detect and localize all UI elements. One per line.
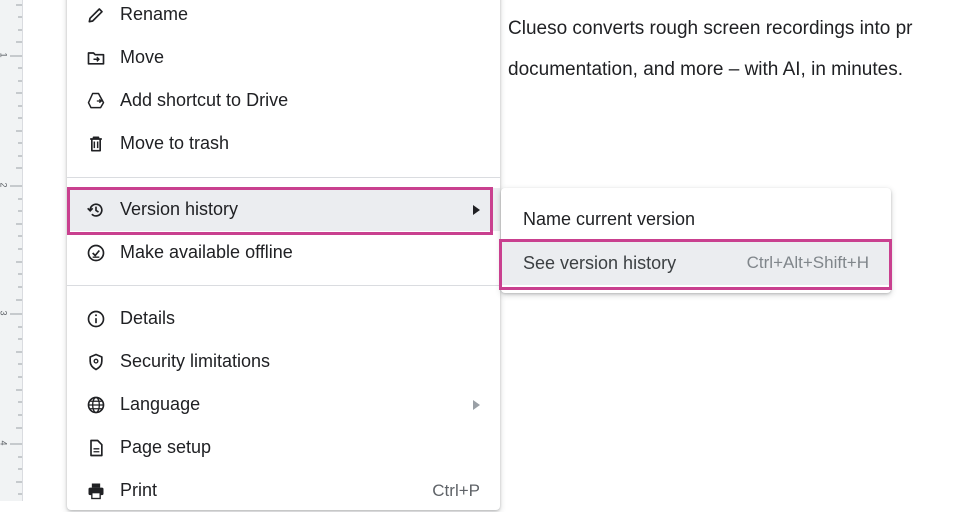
trash-icon: [85, 133, 107, 155]
pencil-icon: [85, 4, 107, 26]
shortcut-hint: Ctrl+Alt+Shift+H: [746, 253, 869, 272]
menu-item-print[interactable]: Print Ctrl+P: [67, 469, 500, 512]
menu-item-move-to-trash[interactable]: Move to trash: [67, 122, 500, 165]
menu-item-make-available-offline[interactable]: Make available offline: [67, 231, 500, 274]
printer-icon: [85, 480, 107, 502]
document-line: documentation, and more – with AI, in mi…: [508, 59, 903, 80]
menu-item-label: Security limitations: [120, 351, 271, 371]
menu-item-label: Details: [120, 308, 176, 328]
menu-item-rename[interactable]: Rename: [67, 0, 500, 36]
menu-item-label: Move to trash: [120, 133, 230, 153]
ruler-mark: 3: [0, 310, 9, 315]
menu-item-label: Make available offline: [120, 242, 293, 262]
submenu-item-label: See version history: [523, 252, 677, 273]
menu-item-move[interactable]: Move: [67, 36, 500, 79]
menu-item-label: Rename: [120, 4, 189, 24]
menu-item-security-limitations[interactable]: Security limitations: [67, 340, 500, 383]
menu-item-label: Version history: [120, 199, 239, 219]
menu-divider: [67, 285, 500, 286]
folder-move-icon: [85, 47, 107, 69]
globe-icon: [85, 394, 107, 416]
offline-icon: [85, 242, 107, 264]
file-menu: Rename Move Add shortcut to Drive Move t…: [67, 0, 500, 510]
version-history-submenu: Name current version See version history…: [501, 188, 891, 293]
document-body[interactable]: Clueso converts rough screen recordings …: [508, 8, 960, 90]
left-gutter: 1 2 3 4: [0, 0, 23, 501]
history-icon: [85, 199, 107, 221]
menu-item-label: Move: [120, 47, 165, 67]
vertical-ruler: [10, 4, 22, 495]
menu-item-label: Print: [120, 480, 158, 500]
menu-item-label: Add shortcut to Drive: [120, 90, 289, 110]
submenu-item-name-current-version[interactable]: Name current version: [501, 197, 891, 241]
submenu-arrow-icon: [473, 204, 480, 215]
shield-icon: [85, 351, 107, 373]
info-icon: [85, 308, 107, 330]
menu-item-label: Language: [120, 394, 201, 414]
submenu-item-see-version-history[interactable]: See version history Ctrl+Alt+Shift+H: [501, 241, 891, 285]
menu-item-details[interactable]: Details: [67, 297, 500, 340]
drive-shortcut-icon: [85, 90, 107, 112]
ruler-mark: 2: [0, 182, 9, 187]
menu-item-page-setup[interactable]: Page setup: [67, 426, 500, 469]
ruler-mark: 4: [0, 440, 9, 445]
ruler-mark: 1: [0, 52, 9, 57]
page-icon: [85, 437, 107, 459]
menu-item-add-shortcut[interactable]: Add shortcut to Drive: [67, 79, 500, 122]
menu-item-label: Page setup: [120, 437, 212, 457]
menu-item-language[interactable]: Language: [67, 383, 500, 426]
submenu-arrow-icon: [473, 399, 480, 410]
shortcut-hint: Ctrl+P: [432, 480, 480, 500]
menu-divider: [67, 177, 500, 178]
document-line: Clueso converts rough screen recordings …: [508, 18, 913, 39]
submenu-item-label: Name current version: [523, 208, 696, 229]
menu-item-version-history[interactable]: Version history: [67, 188, 500, 231]
